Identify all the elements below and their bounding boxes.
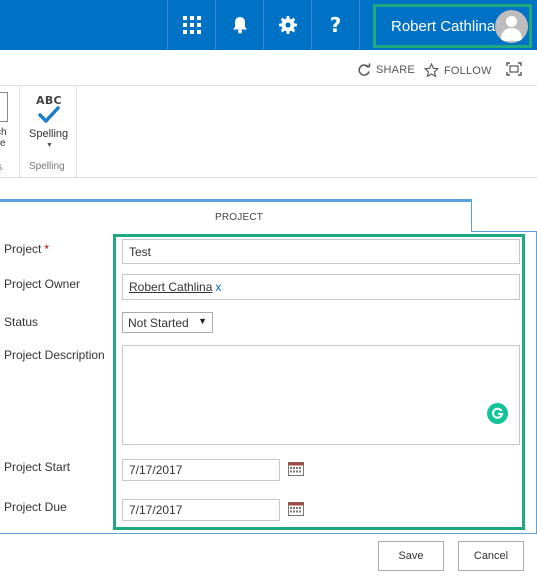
- project-description-textarea[interactable]: [122, 345, 520, 445]
- spelling-group-label: Spelling: [29, 161, 65, 172]
- panel-border: [471, 231, 537, 232]
- chevron-down-icon: ▼: [46, 142, 53, 149]
- project-input[interactable]: Test: [122, 239, 520, 264]
- focus-content-button[interactable]: [506, 62, 522, 81]
- clipped-label: ch: [0, 127, 7, 138]
- share-button[interactable]: SHARE: [357, 63, 415, 77]
- status-selected-value: Not Started: [128, 316, 189, 330]
- ribbon: ch e ons ABC Spelling ▼ Spelling: [0, 86, 537, 178]
- status-label: Status: [4, 315, 39, 329]
- person-token[interactable]: Robert Cathlina: [129, 280, 212, 294]
- avatar-icon: [495, 10, 528, 43]
- notifications-button[interactable]: [215, 0, 263, 50]
- clipped-group-label: ons: [0, 162, 2, 173]
- focus-icon: [506, 62, 522, 76]
- project-owner-label: Project Owner: [4, 277, 81, 291]
- notification-bell-icon: [232, 17, 247, 34]
- required-marker: *: [44, 242, 50, 256]
- page-action-bar: SHARE FOLLOW: [0, 50, 537, 86]
- app-launcher-icon: [182, 16, 201, 34]
- dropdown-arrow-icon: ▼: [198, 316, 207, 326]
- checkmark-icon: [38, 106, 60, 123]
- ribbon-group-clipped: ch e ons: [0, 86, 20, 178]
- settings-button[interactable]: [263, 0, 311, 50]
- clipped-label: e: [0, 138, 6, 149]
- tab-title: PROJECT: [215, 212, 264, 223]
- share-label: SHARE: [376, 64, 415, 76]
- follow-button[interactable]: FOLLOW: [424, 63, 492, 78]
- panel-border: [0, 533, 537, 534]
- follow-label: FOLLOW: [444, 64, 492, 77]
- project-label: Project *: [4, 242, 50, 256]
- help-icon: ?: [329, 13, 342, 37]
- status-select[interactable]: Not Started ▼: [122, 312, 213, 333]
- project-description-label: Project Description: [4, 348, 105, 362]
- calendar-icon[interactable]: [288, 462, 304, 476]
- settings-gear-icon: [278, 16, 297, 34]
- cancel-button[interactable]: Cancel: [458, 541, 524, 571]
- grammarly-icon[interactable]: [487, 403, 508, 424]
- star-icon: [424, 63, 439, 78]
- tab-project: PROJECT: [0, 199, 472, 232]
- suite-separator: [359, 0, 360, 50]
- project-start-date-input[interactable]: 7/17/2017: [122, 459, 280, 481]
- spelling-label: Spelling: [29, 128, 69, 140]
- project-due-date-input[interactable]: 7/17/2017: [122, 499, 280, 521]
- project-owner-picker[interactable]: Robert Cathlina x: [122, 274, 520, 300]
- user-menu-button[interactable]: Robert Cathlina: [373, 4, 532, 48]
- project-due-label: Project Due: [4, 500, 67, 514]
- calendar-icon[interactable]: [288, 502, 304, 516]
- spelling-button[interactable]: ABC Spelling ▼ Spelling: [20, 86, 77, 178]
- remove-person-icon[interactable]: x: [215, 280, 221, 294]
- document-icon: [0, 92, 8, 122]
- app-launcher-button[interactable]: [167, 0, 215, 50]
- save-button[interactable]: Save: [378, 541, 444, 571]
- share-icon: [358, 63, 371, 76]
- help-button[interactable]: ?: [311, 0, 359, 50]
- suite-bar: ? Robert Cathlina: [0, 0, 537, 50]
- user-name: Robert Cathlina: [391, 18, 496, 35]
- project-start-label: Project Start: [4, 460, 71, 474]
